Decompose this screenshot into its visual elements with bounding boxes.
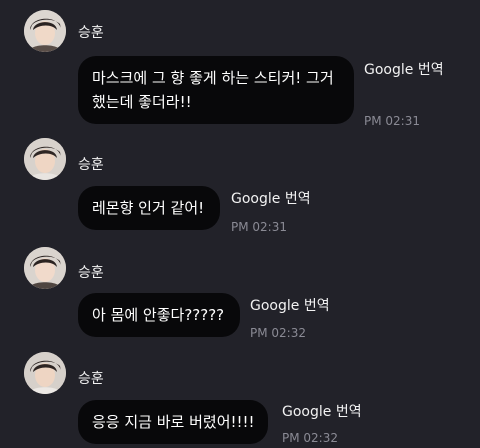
avatar[interactable] [24, 138, 66, 180]
avatar[interactable] [24, 10, 66, 52]
google-translate-link[interactable]: Google 번역 [364, 59, 444, 79]
message-bubble: 마스크에 그 향 좋게 하는 스티커! 그거 했는데 좋더라!! [78, 56, 354, 124]
sender-name: 승훈 [78, 25, 104, 41]
message-timestamp: PM 02:31 [231, 220, 287, 234]
sender-name: 승훈 [78, 371, 104, 387]
chat-thread: 승훈 마스크에 그 향 좋게 하는 스티커! 그거 했는데 좋더라!! Goog… [0, 0, 480, 448]
message-timestamp: PM 02:31 [364, 114, 420, 128]
message-timestamp: PM 02:32 [282, 431, 338, 445]
message-bubble: 응응 지금 바로 버렸어!!!! [78, 400, 268, 444]
avatar[interactable] [24, 352, 66, 394]
avatar[interactable] [24, 247, 66, 289]
sender-name: 승훈 [78, 157, 104, 173]
message-bubble: 레몬향 인거 같어! [78, 186, 220, 230]
message-timestamp: PM 02:32 [250, 326, 306, 340]
google-translate-link[interactable]: Google 번역 [282, 401, 362, 421]
sender-name: 승훈 [78, 265, 104, 281]
message-bubble: 아 몸에 안좋다????? [78, 293, 240, 337]
google-translate-link[interactable]: Google 번역 [250, 295, 330, 315]
google-translate-link[interactable]: Google 번역 [231, 188, 311, 208]
